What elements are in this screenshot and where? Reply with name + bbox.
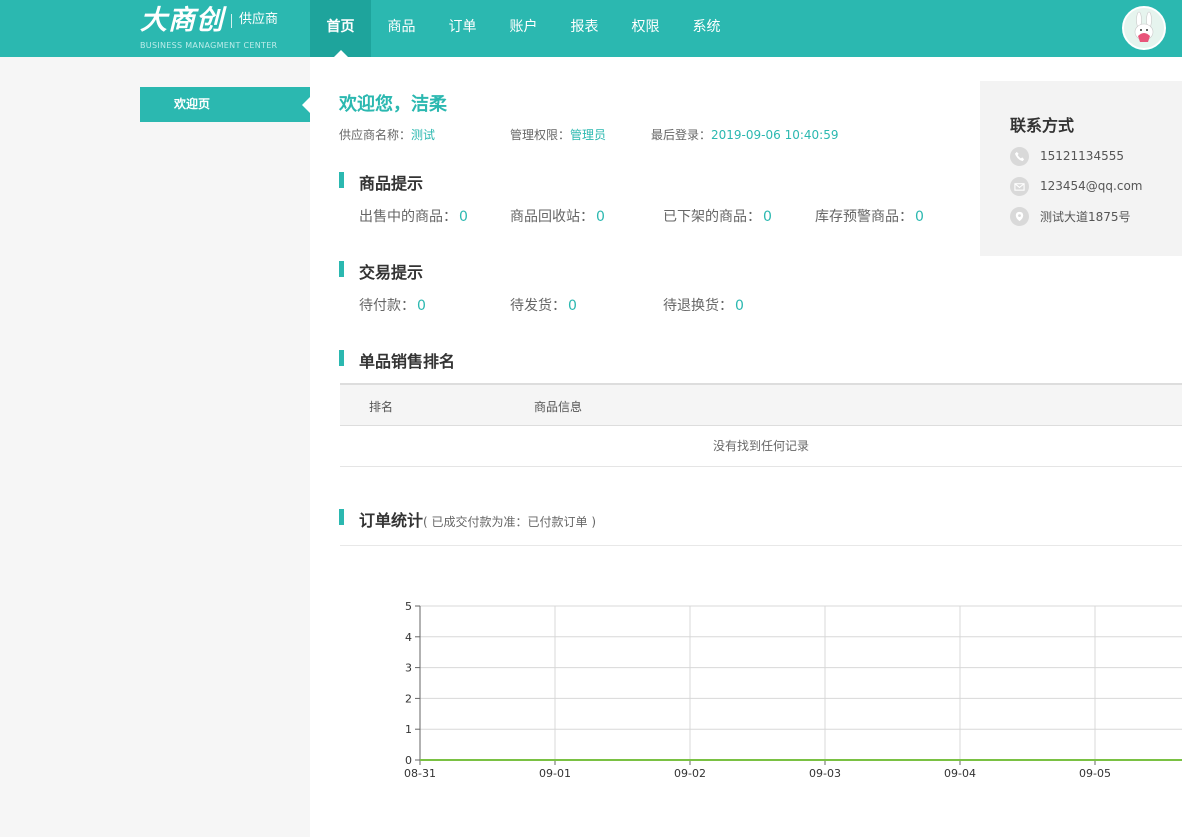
goods-tips-title: 商品提示 <box>339 170 423 194</box>
stat-value: 0 <box>735 298 744 314</box>
logo-text: 大商创 <box>140 5 224 36</box>
last-login-info: 最后登录：2019-09-06 10:40:59 <box>651 126 838 143</box>
role-label: 管理权限： <box>510 128 571 142</box>
main-panel: 欢迎您，洁柔 供应商名称：测试 管理权限：管理员 最后登录：2019-09-06… <box>310 57 1182 837</box>
supplier-label: 供应商名称： <box>339 128 412 142</box>
y-tick-label: 1 <box>405 723 412 736</box>
order-chart: 0 1 2 3 4 5 08-31 09-01 09-02 09-03 09-04 09-05 <box>310 587 1182 817</box>
nav-orders[interactable]: 订单 <box>432 0 493 57</box>
nav-permissions[interactable]: 权限 <box>615 0 676 57</box>
order-chart-svg: 0 1 2 3 4 5 08-31 09-01 09-02 09-03 09-04 09-05 <box>404 600 1182 780</box>
column-rank: 排名 <box>369 400 394 414</box>
stat-label: 待发货： <box>510 298 566 314</box>
stat-on-sale[interactable]: 出售中的商品： 0 <box>359 206 468 226</box>
mail-icon <box>1010 176 1029 196</box>
table-header: 排名 商品信息 <box>340 383 1182 426</box>
stat-label: 出售中的商品： <box>359 209 457 225</box>
stat-off-shelf[interactable]: 已下架的商品： 0 <box>663 206 772 226</box>
nav-reports[interactable]: 报表 <box>554 0 615 57</box>
sidebar-item-welcome[interactable]: 欢迎页 <box>140 87 310 122</box>
stat-value: 0 <box>915 209 924 225</box>
y-tick-label: 0 <box>405 754 412 767</box>
stat-pending-return[interactable]: 待退换货： 0 <box>663 295 744 315</box>
x-tick-label: 09-04 <box>944 767 976 780</box>
trade-tips-title: 交易提示 <box>339 259 423 283</box>
nav-goods[interactable]: 商品 <box>371 0 432 57</box>
contact-card: 联系方式 15121134555 123454@qq.com 测试大道1875号 <box>980 81 1182 256</box>
contact-address: 测试大道1875号 <box>1010 206 1131 226</box>
x-tick-label: 09-01 <box>539 767 571 780</box>
logo-english: BUSINESS MANAGMENT CENTER <box>140 41 278 50</box>
avatar-illustration-icon <box>1124 8 1164 48</box>
stat-value: 0 <box>763 209 772 225</box>
order-stats-label: 订单统计 <box>359 511 424 530</box>
y-tick-label: 5 <box>405 600 412 613</box>
stat-label: 已下架的商品： <box>663 209 761 225</box>
empty-row: 没有找到任何记录 <box>340 426 1182 467</box>
avatar[interactable] <box>1122 6 1166 50</box>
contact-phone: 15121134555 <box>1010 146 1124 166</box>
y-tick-label: 4 <box>405 631 412 644</box>
last-login-value: 2019-09-06 10:40:59 <box>711 128 839 142</box>
stat-value: 0 <box>568 298 577 314</box>
x-tick-label: 09-05 <box>1079 767 1111 780</box>
last-login-label: 最后登录： <box>651 128 712 142</box>
contact-phone-value: 15121134555 <box>1040 149 1124 163</box>
phone-icon <box>1010 146 1029 166</box>
ranking-table: 排名 商品信息 没有找到任何记录 <box>340 383 1182 467</box>
logo-subtitle: 供应商 <box>239 12 279 27</box>
stat-pending-shipment[interactable]: 待发货： 0 <box>510 295 577 315</box>
stat-label: 库存预警商品： <box>815 209 913 225</box>
order-stats-title: 订单统计( 已成交付款为准：已付款订单 ) <box>339 507 596 531</box>
stat-value: 0 <box>459 209 468 225</box>
supplier-info: 供应商名称：测试 <box>339 126 435 143</box>
role-value: 管理员 <box>570 128 607 142</box>
logo[interactable]: 大商创 供应商 BUSINESS MANAGMENT CENTER <box>140 4 300 52</box>
divider <box>340 545 1182 546</box>
y-tick-label: 3 <box>405 662 412 675</box>
logo-separator <box>231 14 232 28</box>
order-stats-note: ( 已成交付款为准：已付款订单 ) <box>423 515 597 529</box>
supplier-value: 测试 <box>411 128 436 142</box>
stat-label: 待付款： <box>359 298 415 314</box>
contact-address-value: 测试大道1875号 <box>1040 209 1131 224</box>
stat-value: 0 <box>596 209 605 225</box>
stat-label: 待退换货： <box>663 298 733 314</box>
stat-recycle-bin[interactable]: 商品回收站： 0 <box>510 206 605 226</box>
ranking-title: 单品销售排名 <box>339 348 455 372</box>
main-nav: 首页 商品 订单 账户 报表 权限 系统 <box>310 0 737 57</box>
y-tick-label: 2 <box>405 692 412 705</box>
column-goods-info: 商品信息 <box>534 400 583 414</box>
contact-email: 123454@qq.com <box>1010 176 1143 196</box>
top-header: 大商创 供应商 BUSINESS MANAGMENT CENTER 首页 商品 … <box>0 0 1182 57</box>
nav-account[interactable]: 账户 <box>493 0 554 57</box>
contact-email-value: 123454@qq.com <box>1040 179 1143 193</box>
stat-stock-warning[interactable]: 库存预警商品： 0 <box>815 206 924 226</box>
location-icon <box>1010 206 1029 226</box>
stat-value: 0 <box>417 298 426 314</box>
contact-title: 联系方式 <box>1010 116 1075 135</box>
role-info: 管理权限：管理员 <box>510 126 606 143</box>
nav-system[interactable]: 系统 <box>676 0 737 57</box>
nav-home[interactable]: 首页 <box>310 0 371 57</box>
x-tick-label: 09-03 <box>809 767 841 780</box>
stat-label: 商品回收站： <box>510 209 594 225</box>
x-tick-label: 09-02 <box>674 767 706 780</box>
x-tick-label: 08-31 <box>404 767 436 780</box>
welcome-title: 欢迎您，洁柔 <box>339 94 447 115</box>
stat-pending-payment[interactable]: 待付款： 0 <box>359 295 426 315</box>
